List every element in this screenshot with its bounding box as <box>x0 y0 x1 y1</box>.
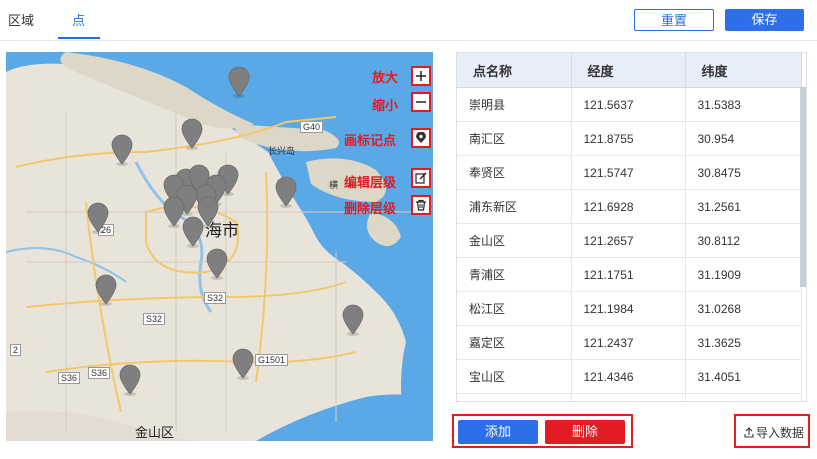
cell-name: 青浦区 <box>457 257 572 292</box>
place-label: 长兴岛 <box>268 146 296 156</box>
map-marker-icon[interactable] <box>119 364 141 396</box>
map-marker-icon[interactable] <box>182 216 204 248</box>
cell-longitude: 121.5637 <box>571 87 686 122</box>
cell-name: 崇明县 <box>457 87 572 122</box>
cell-longitude: 121.1751 <box>571 257 686 292</box>
cell-latitude: 31.1909 <box>685 257 802 292</box>
road-label: G40 <box>300 121 324 133</box>
road-label: G1501 <box>255 354 289 366</box>
upload-icon <box>744 427 754 438</box>
cell-name: 金山区 <box>457 223 572 258</box>
road <box>255 171 269 383</box>
map-marker-icon[interactable] <box>232 348 254 380</box>
table-row[interactable]: 浦东新区 121.6928 31.2561 <box>457 189 802 224</box>
cell-name <box>457 393 572 401</box>
tab-point[interactable]: 点 <box>72 10 85 29</box>
table-row[interactable]: 金山区 121.2657 30.8112 <box>457 223 802 258</box>
place-label: 横 <box>329 180 339 190</box>
cell-latitude: 31.4051 <box>685 359 802 394</box>
hangzhou-bay <box>256 394 433 441</box>
delete-button[interactable]: 删除 <box>545 420 625 444</box>
cell-name: 奉贤区 <box>457 155 572 190</box>
tab-region[interactable]: 区域 <box>8 10 34 29</box>
cell-name: 松江区 <box>457 291 572 326</box>
import-data-button[interactable]: 导入数据 <box>744 424 804 441</box>
cell-latitude: 31.3625 <box>685 325 802 360</box>
table-row[interactable]: 松江区 121.1984 31.0268 <box>457 291 802 326</box>
table-row[interactable] <box>457 393 802 401</box>
table-row[interactable]: 宝山区 121.4346 31.4051 <box>457 359 802 394</box>
cell-longitude: 121.5747 <box>571 155 686 190</box>
map-marker-icon[interactable] <box>111 134 133 166</box>
cell-latitude: 30.8112 <box>685 223 802 258</box>
add-marker-label: 画标记点 <box>344 133 397 148</box>
road-label: S32 <box>204 292 227 304</box>
column-header-longitude[interactable]: 经度 <box>571 53 686 88</box>
minus-icon <box>416 101 426 103</box>
district-label: 金山区 <box>135 425 175 440</box>
cell-latitude: 31.5383 <box>685 87 802 122</box>
add-marker-button[interactable] <box>411 128 431 148</box>
map-marker-icon[interactable] <box>87 202 109 234</box>
map-pin-icon <box>416 132 426 143</box>
cell-latitude <box>685 393 802 401</box>
trash-icon <box>416 199 426 211</box>
import-data-label: 导入数据 <box>756 426 805 440</box>
plus-icon <box>416 71 426 81</box>
road-label: S36 <box>58 372 81 384</box>
zoom-in-button[interactable] <box>411 66 431 86</box>
cell-latitude: 30.954 <box>685 121 802 156</box>
column-header-name[interactable]: 点名称 <box>457 53 572 88</box>
cell-longitude: 121.2657 <box>571 223 686 258</box>
cell-latitude: 30.8475 <box>685 155 802 190</box>
road <box>25 281 347 308</box>
cell-name: 浦东新区 <box>457 189 572 224</box>
reset-button[interactable]: 重置 <box>634 9 714 31</box>
cell-longitude: 121.8755 <box>571 121 686 156</box>
map-marker-icon[interactable] <box>275 176 297 208</box>
save-button[interactable]: 保存 <box>725 9 804 31</box>
delete-layer-button[interactable] <box>411 195 431 215</box>
add-button[interactable]: 添加 <box>458 420 538 444</box>
import-highlight: 导入数据 <box>734 414 810 448</box>
cell-name: 宝山区 <box>457 359 572 394</box>
cell-longitude: 121.6928 <box>571 189 686 224</box>
table-row[interactable]: 奉贤区 121.5747 30.8475 <box>457 155 802 190</box>
cell-longitude: 121.4346 <box>571 359 686 394</box>
map-canvas[interactable]: G40 长兴岛 横 海市 S32 S32 G1501 S36 S36 2 26 … <box>6 52 433 441</box>
delete-layer-label: 删除层级 <box>344 201 397 216</box>
cell-longitude: 121.1984 <box>571 291 686 326</box>
edit-icon <box>415 172 427 184</box>
edit-layer-label: 编辑层级 <box>344 175 397 190</box>
points-table: 点名称 经度 纬度 崇明县 121.5637 31.5383 南汇区 121.8755 3… <box>456 52 807 402</box>
active-tab-indicator <box>58 37 100 39</box>
map-marker-icon[interactable] <box>206 248 228 280</box>
map-marker-icon[interactable] <box>95 274 117 306</box>
cell-longitude: 121.2437 <box>571 325 686 360</box>
map-marker-icon[interactable] <box>181 118 203 150</box>
action-highlight: 添加 删除 <box>452 414 633 448</box>
zoom-out-button[interactable] <box>411 92 431 112</box>
map-marker-icon[interactable] <box>342 304 364 336</box>
cell-name: 南汇区 <box>457 121 572 156</box>
road-label: S32 <box>143 313 166 325</box>
cell-latitude: 31.2561 <box>685 189 802 224</box>
table-row[interactable]: 嘉定区 121.2437 31.3625 <box>457 325 802 360</box>
table-row[interactable]: 崇明县 121.5637 31.5383 <box>457 87 802 122</box>
table-scrollbar[interactable] <box>800 87 806 287</box>
edit-layer-button[interactable] <box>411 168 431 188</box>
zoom-out-label: 缩小 <box>372 98 399 113</box>
cell-longitude <box>571 393 686 401</box>
table-header: 点名称 经度 纬度 <box>457 53 802 88</box>
cell-latitude: 31.0268 <box>685 291 802 326</box>
table-row[interactable]: 青浦区 121.1751 31.1909 <box>457 257 802 292</box>
cell-name: 嘉定区 <box>457 325 572 360</box>
map-marker-icon[interactable] <box>228 66 250 98</box>
road-label: 2 <box>10 344 22 356</box>
table-row[interactable]: 南汇区 121.8755 30.954 <box>457 121 802 156</box>
zoom-in-label: 放大 <box>372 70 399 85</box>
road-label: S36 <box>88 367 111 379</box>
column-header-latitude[interactable]: 纬度 <box>685 53 802 88</box>
